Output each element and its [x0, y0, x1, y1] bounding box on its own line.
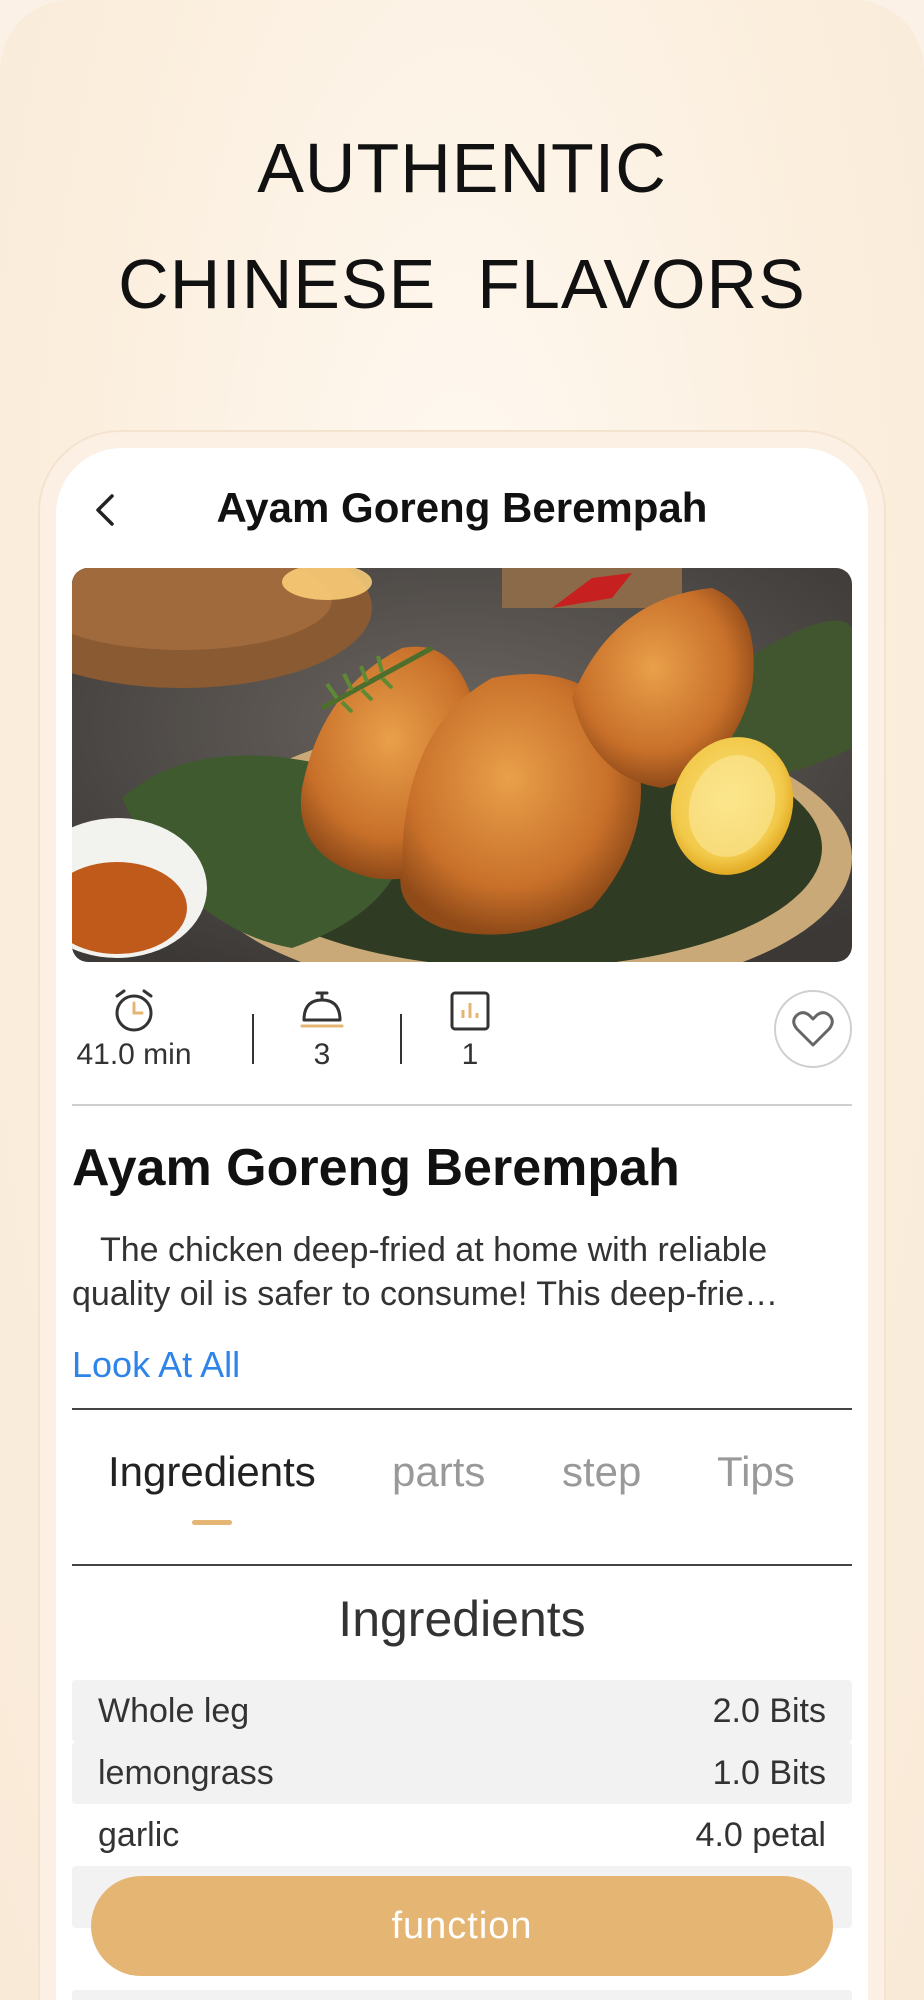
divider: [72, 1564, 852, 1566]
dish-bell-icon: [300, 991, 344, 1028]
ingredient-qty: 4.0 petal: [695, 1815, 826, 1854]
favorite-button[interactable]: [774, 990, 852, 1068]
recipe-description: The chicken deep-fried at home with reli…: [72, 1228, 852, 1316]
recipe-photo: [72, 568, 852, 962]
background: AUTHENTIC CHINESE FLAVORS Ayam Goreng Be…: [0, 0, 924, 2000]
section-title: Ingredients: [338, 1591, 586, 1647]
function-button[interactable]: function: [91, 1876, 833, 1976]
table-row: garlic 4.0 petal: [72, 1804, 852, 1866]
alarm-clock-icon: [115, 989, 153, 1032]
time-value: 41.0 min: [76, 1038, 192, 1071]
heart-icon: [792, 1011, 834, 1047]
page-title: Ayam Goreng Berempah: [216, 484, 708, 531]
tab-ingredients[interactable]: Ingredients: [108, 1448, 316, 1496]
app-screen: Ayam Goreng Berempah 41.0 min 3 1 Ayam G…: [56, 448, 868, 2000]
promo-headline: AUTHENTIC CHINESE FLAVORS: [0, 110, 924, 342]
tab-tips[interactable]: Tips: [717, 1448, 795, 1496]
headline-line-2: CHINESE FLAVORS: [118, 245, 806, 323]
ingredient-name: garlic: [98, 1815, 180, 1854]
difficulty-chart-icon: [450, 991, 490, 1031]
table-row: lemongrass 1.0 Bits: [72, 1742, 852, 1804]
tab-step[interactable]: step: [562, 1448, 641, 1496]
description-line-1: The chicken deep-fried at home with reli…: [100, 1231, 768, 1269]
stat-difficulty: 1: [430, 988, 510, 1072]
nav-bar: Ayam Goreng Berempah: [56, 448, 868, 568]
ingredient-name: lemongrass: [98, 1753, 274, 1792]
divider: [252, 1014, 254, 1064]
look-at-all-link[interactable]: Look At All: [72, 1344, 240, 1386]
description-line-2: quality oil is safer to consume! This de…: [72, 1275, 779, 1313]
stat-servings: 3: [282, 988, 362, 1072]
recipe-stats: 41.0 min 3 1: [72, 988, 852, 1088]
divider: [72, 1408, 852, 1410]
ingredient-qty: 1.0 Bits: [712, 1753, 826, 1792]
divider: [400, 1014, 402, 1064]
recipe-tabs: Ingredients parts step Tips: [72, 1448, 852, 1548]
table-row: [72, 1990, 852, 2000]
difficulty-value: 1: [461, 1038, 479, 1071]
tab-parts[interactable]: parts: [392, 1448, 485, 1496]
servings-value: 3: [313, 1038, 331, 1071]
stat-time: 41.0 min: [72, 988, 196, 1072]
divider: [72, 1104, 852, 1106]
ingredient-qty: 2.0 Bits: [712, 1691, 826, 1730]
active-tab-indicator: [192, 1520, 232, 1525]
headline-line-1: AUTHENTIC: [257, 129, 667, 207]
table-row: Whole leg 2.0 Bits: [72, 1680, 852, 1742]
ingredient-name: Whole leg: [98, 1691, 250, 1730]
phone-frame: Ayam Goreng Berempah 41.0 min 3 1 Ayam G…: [40, 432, 884, 2000]
recipe-title: Ayam Goreng Berempah: [72, 1139, 680, 1197]
